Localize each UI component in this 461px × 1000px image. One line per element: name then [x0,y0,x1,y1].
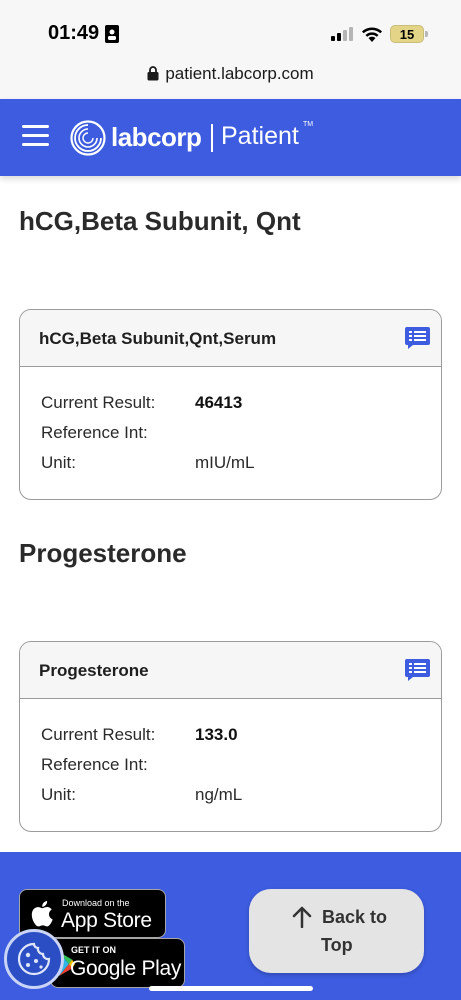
arrow-up-icon [292,906,312,928]
card-body: Current Result: 46413 Reference Int: Uni… [20,367,441,498]
product-name: Patient [221,122,299,150]
result-card-hcg: hCG,Beta Subunit,Qnt,Serum Current Resul… [19,309,442,500]
battery-indicator: 15 [390,25,424,43]
app-store-small-text: Download on the [62,898,130,908]
hamburger-menu-icon[interactable] [22,125,49,147]
current-result-value: 133.0 [195,725,238,744]
card-title: Progesterone [39,661,149,680]
cookie-icon [17,942,51,976]
wifi-icon [362,27,382,42]
url-bar[interactable]: patient.labcorp.com [0,58,461,99]
list-details-icon[interactable] [405,659,430,681]
logo-divider [211,124,213,152]
apple-icon [31,901,53,927]
card-header: hCG,Beta Subunit,Qnt,Serum [20,310,441,367]
card-body: Current Result: 133.0 Reference Int: Uni… [20,699,441,830]
app-store-large-text: App Store [61,909,152,932]
current-result-label: Current Result: [41,725,156,744]
reference-label: Reference Int: [41,423,148,442]
battery-tip [425,31,428,37]
card-header: Progesterone [20,642,441,699]
brand-name: labcorp [111,122,202,152]
unit-value: ng/mL [195,785,243,804]
trademark: TM [303,121,314,128]
unit-label: Unit: [41,453,76,472]
status-time: 01:49 [48,22,100,44]
section-title-progesterone: Progesterone [19,538,187,568]
play-store-small-text: GET IT ON [71,945,116,955]
current-result-label: Current Result: [41,393,156,412]
list-details-icon[interactable] [405,327,430,349]
labcorp-logo-icon[interactable] [70,120,106,156]
reference-label: Reference Int: [41,755,148,774]
card-title: hCG,Beta Subunit,Qnt,Serum [39,329,277,348]
unit-label: Unit: [41,785,76,804]
lock-icon [147,66,159,81]
back-to-top-button[interactable]: Back to Top [249,889,424,973]
google-play-badge[interactable]: GET IT ON Google Play [50,938,185,988]
home-indicator [149,986,313,991]
battery-level: 15 [399,26,415,42]
url-text: patient.labcorp.com [165,64,314,83]
back-to-top-label-line2: Top [321,935,353,955]
cellular-signal-icon [331,27,353,41]
result-card-progesterone: Progesterone Current Result: 133.0 Refer… [19,641,442,832]
current-result-value: 46413 [195,393,243,412]
app-header: labcorp Patient TM [0,99,461,176]
status-bar: 01:49 15 [0,0,461,58]
section-title-hcg: hCG,Beta Subunit, Qnt [19,206,301,236]
focus-lock-icon [105,25,119,43]
play-store-large-text: Google Play [70,957,182,980]
unit-value: mIU/mL [195,453,255,472]
back-to-top-label-line1: Back to [322,907,388,927]
cookie-settings-button[interactable] [4,929,64,989]
